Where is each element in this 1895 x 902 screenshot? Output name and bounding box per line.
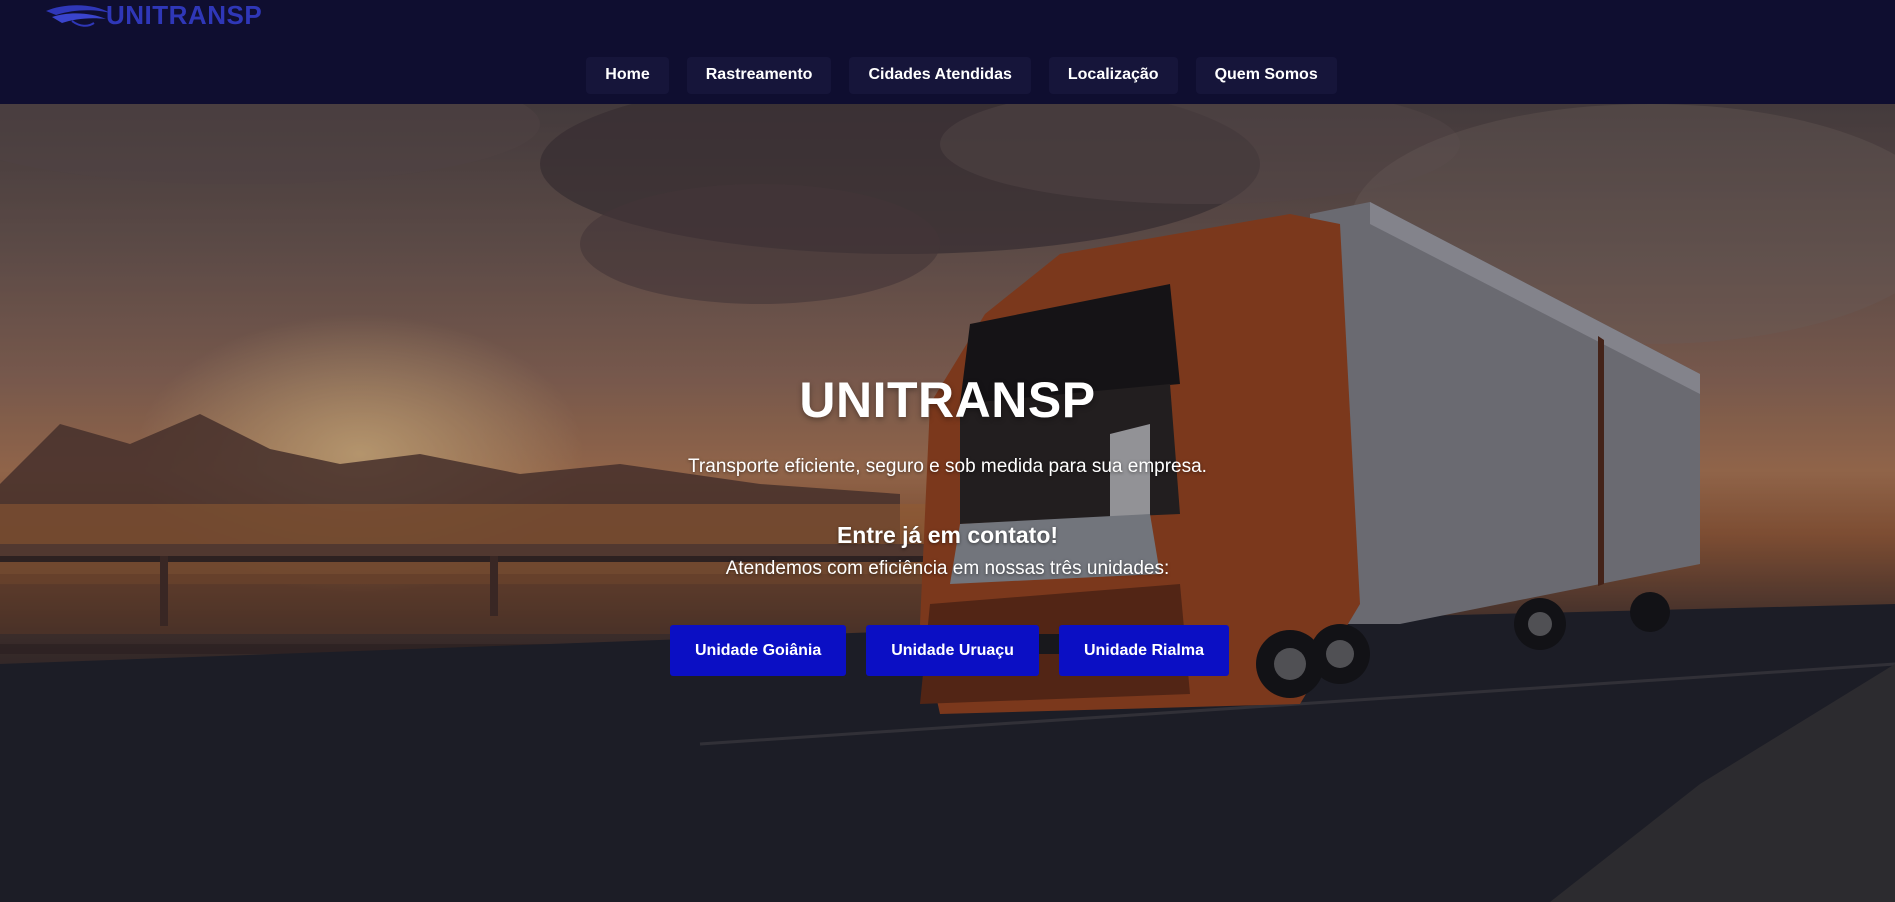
hero-dark-overlay [0,104,1895,902]
hero-subtitle: Transporte eficiente, seguro e sob medid… [688,456,1207,477]
hero-section: UNITRANSP Transporte eficiente, seguro e… [0,104,1895,902]
contact-heading: Entre já em contato! [836,522,1059,548]
nav-item-rastreamento[interactable]: Rastreamento [686,57,832,94]
brand-logo[interactable]: UNITRANSP [44,0,262,36]
unidade-uruacu-button[interactable]: Unidade Uruaçu [866,625,1039,676]
nav-item-quem-somos[interactable]: Quem Somos [1195,57,1337,94]
main-nav: Home Rastreamento Cidades Atendidas Loca… [0,57,1895,94]
unit-buttons: Unidade Goiânia Unidade Uruaçu Unidade R… [670,625,1229,676]
unidade-goiania-button[interactable]: Unidade Goiânia [670,625,847,676]
wave-swoosh-icon [46,5,110,27]
unidade-rialma-button[interactable]: Unidade Rialma [1058,625,1229,676]
hero-title: UNITRANSP [799,372,1096,428]
nav-item-localizacao[interactable]: Localização [1048,57,1178,94]
logo-wordmark: UNITRANSP [106,0,263,30]
site-header: UNITRANSP Home Rastreamento Cidades Aten… [0,0,1895,104]
contact-subtitle: Atendemos com eficiência em nossas três … [725,558,1170,579]
nav-item-home[interactable]: Home [586,57,669,94]
nav-item-cidades-atendidas[interactable]: Cidades Atendidas [849,57,1031,94]
